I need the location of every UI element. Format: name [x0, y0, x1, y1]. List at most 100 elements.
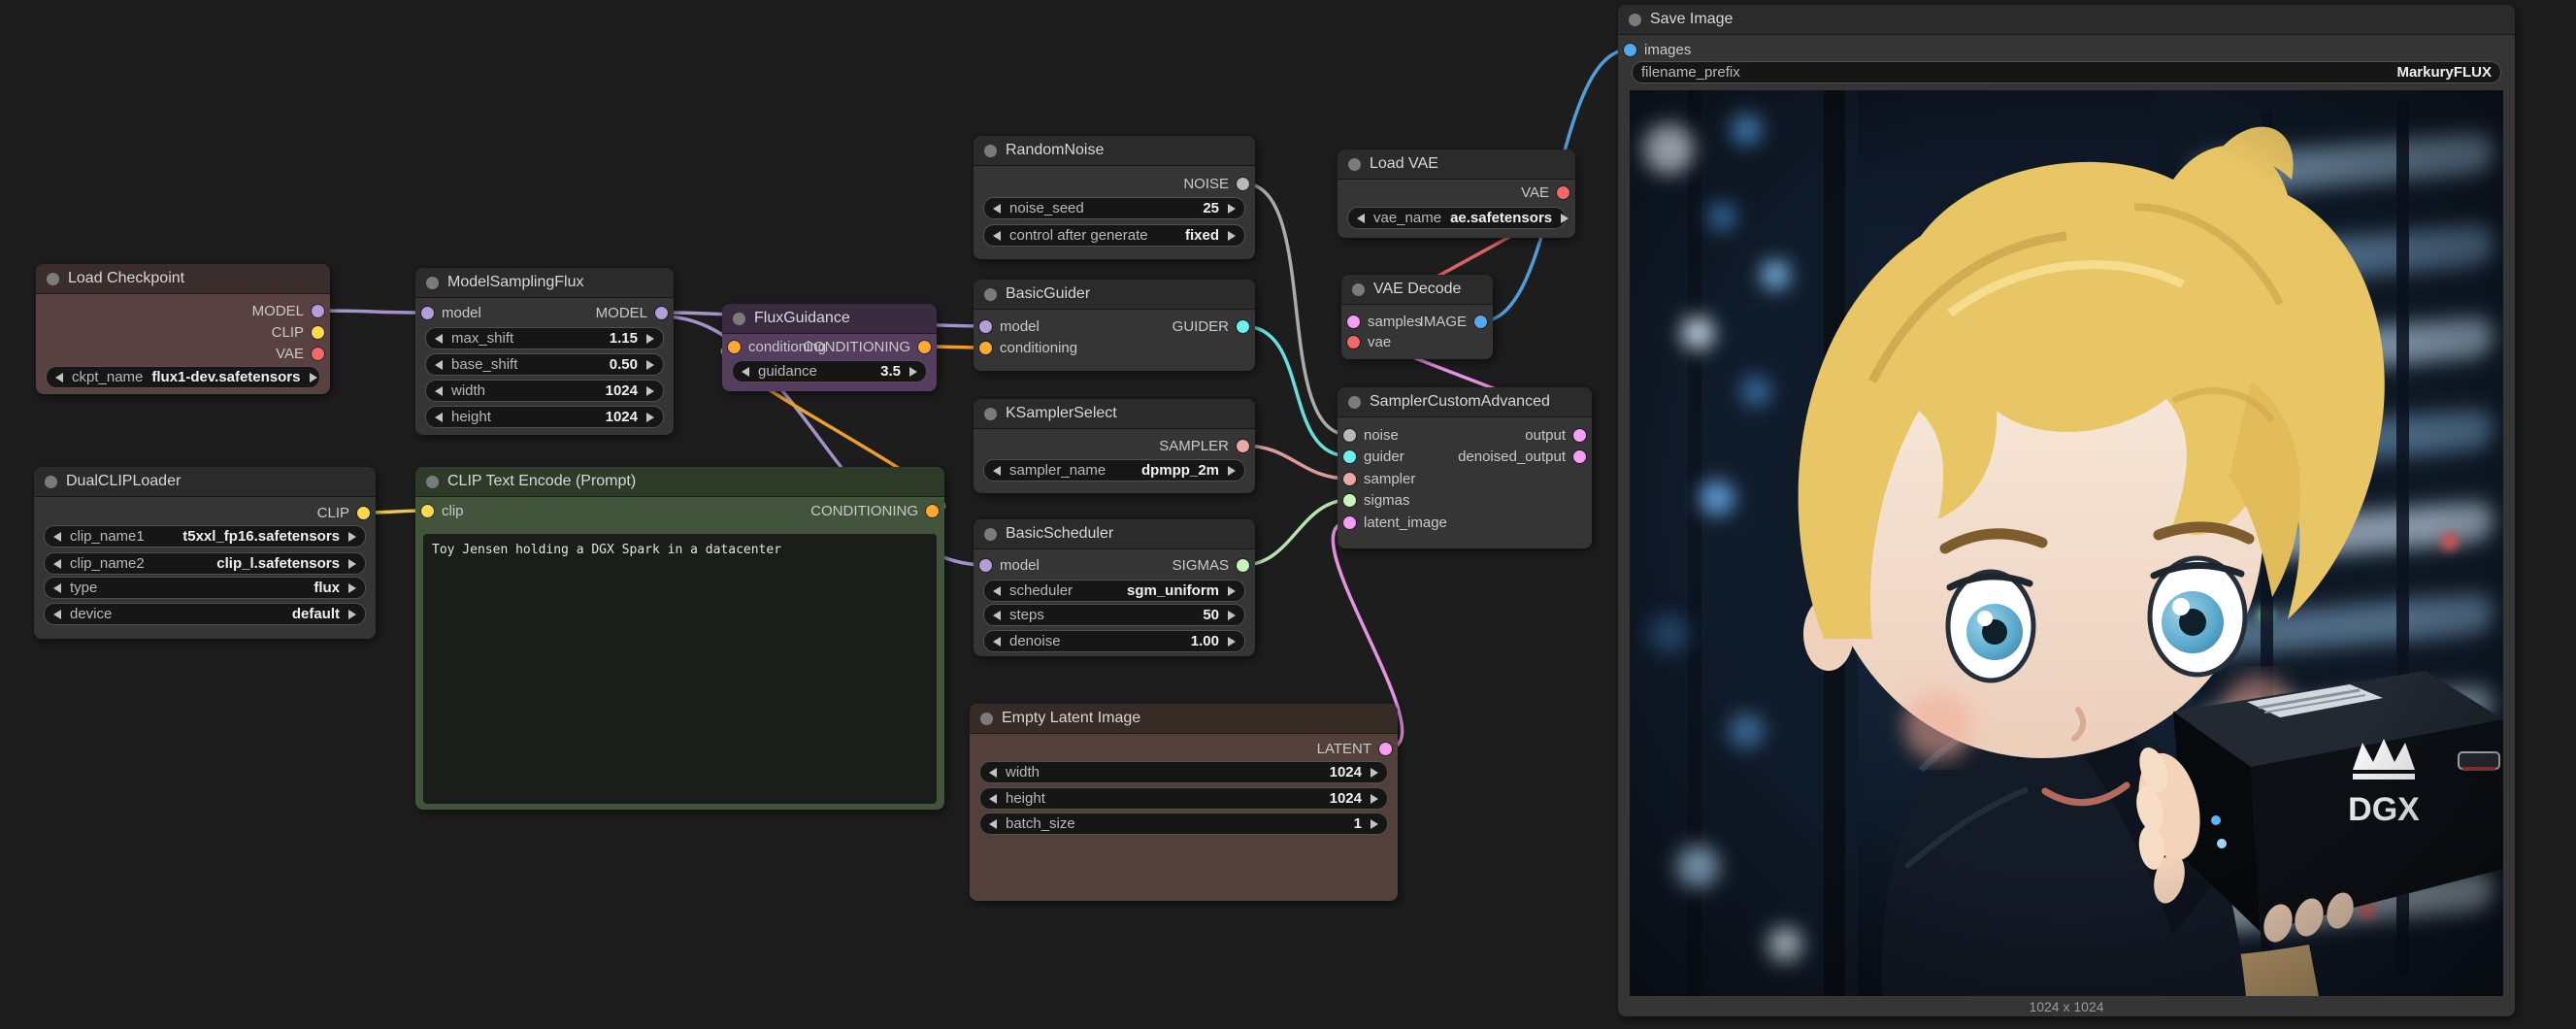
next-arrow-icon[interactable] [1561, 214, 1569, 223]
prev-arrow-icon[interactable] [989, 819, 997, 829]
output-slot-clip[interactable] [312, 326, 324, 339]
output-slot-sigmas[interactable] [1237, 559, 1249, 572]
next-arrow-icon[interactable] [348, 610, 356, 619]
collapse-dot-icon[interactable] [426, 277, 439, 289]
node-header[interactable]: Empty Latent Image [970, 704, 1398, 734]
node-header[interactable]: BasicScheduler [974, 519, 1255, 549]
widget-height[interactable]: height 1024 [979, 787, 1388, 810]
output-slot-clip[interactable] [357, 507, 370, 519]
widget-control-after-generate[interactable]: control after generate fixed [983, 224, 1245, 247]
widget-ckpt-name[interactable]: ckpt_name flux1-dev.safetensors [46, 366, 320, 388]
prev-arrow-icon[interactable] [435, 360, 443, 370]
next-arrow-icon[interactable] [1228, 586, 1236, 596]
collapse-dot-icon[interactable] [1348, 396, 1361, 409]
node-header[interactable]: KSamplerSelect [974, 399, 1255, 429]
node-save-image[interactable]: Save Image images filename_prefix Markur… [1618, 5, 2515, 1016]
widget-steps[interactable]: steps 50 [983, 604, 1245, 626]
input-slot-model[interactable] [421, 307, 434, 319]
collapse-dot-icon[interactable] [426, 476, 439, 488]
widget-max-shift[interactable]: max_shift 1.15 [425, 327, 664, 349]
prev-arrow-icon[interactable] [989, 794, 997, 804]
widget-guidance[interactable]: guidance 3.5 [732, 360, 927, 382]
node-model-sampling-flux[interactable]: ModelSamplingFlux model MODEL max_shift … [415, 268, 674, 435]
next-arrow-icon[interactable] [348, 559, 356, 569]
output-slot-latent[interactable] [1379, 743, 1392, 755]
prev-arrow-icon[interactable] [435, 334, 443, 344]
prev-arrow-icon[interactable] [993, 611, 1001, 620]
input-slot-latent-image[interactable] [1343, 516, 1356, 529]
prev-arrow-icon[interactable] [993, 586, 1001, 596]
next-arrow-icon[interactable] [646, 386, 654, 396]
prev-arrow-icon[interactable] [53, 583, 61, 593]
input-slot-conditioning[interactable] [728, 341, 741, 353]
input-slot-sampler[interactable] [1343, 473, 1356, 485]
next-arrow-icon[interactable] [348, 532, 356, 542]
output-slot-denoised-output[interactable] [1573, 450, 1586, 463]
node-ksampler-select[interactable]: KSamplerSelect SAMPLER sampler_name dpmp… [974, 399, 1255, 493]
node-vae-decode[interactable]: VAE Decode samples vae IMAGE [1341, 275, 1493, 359]
widget-clip-name1[interactable]: clip_name1 t5xxl_fp16.safetensors [44, 525, 366, 548]
node-header[interactable]: RandomNoise [974, 136, 1255, 166]
prev-arrow-icon[interactable] [742, 367, 749, 377]
next-arrow-icon[interactable] [348, 583, 356, 593]
next-arrow-icon[interactable] [646, 334, 654, 344]
prev-arrow-icon[interactable] [989, 768, 997, 778]
widget-noise-seed[interactable]: noise_seed 25 [983, 197, 1245, 219]
collapse-dot-icon[interactable] [980, 713, 993, 725]
prev-arrow-icon[interactable] [55, 373, 63, 382]
next-arrow-icon[interactable] [909, 367, 917, 377]
input-slot-samples[interactable] [1347, 315, 1360, 328]
widget-width[interactable]: width 1024 [979, 761, 1388, 783]
widget-denoise[interactable]: denoise 1.00 [983, 630, 1245, 652]
output-slot-conditioning[interactable] [918, 341, 931, 353]
next-arrow-icon[interactable] [1228, 637, 1236, 647]
prev-arrow-icon[interactable] [1357, 214, 1365, 223]
widget-scheduler[interactable]: scheduler sgm_uniform [983, 580, 1245, 602]
node-flux-guidance[interactable]: FluxGuidance conditioning CONDITIONING g… [722, 304, 937, 391]
prev-arrow-icon[interactable] [53, 610, 61, 619]
widget-width[interactable]: width 1024 [425, 380, 664, 402]
widget-device[interactable]: device default [44, 603, 366, 625]
output-slot-sampler[interactable] [1237, 440, 1249, 452]
node-header[interactable]: Load VAE [1338, 149, 1575, 180]
node-random-noise[interactable]: RandomNoise NOISE noise_seed 25 control … [974, 136, 1255, 259]
output-slot-vae[interactable] [312, 348, 324, 360]
output-slot-model[interactable] [655, 307, 668, 319]
prev-arrow-icon[interactable] [993, 231, 1001, 241]
output-slot-vae[interactable] [1557, 186, 1569, 199]
node-header[interactable]: DualCLIPLoader [34, 467, 376, 497]
collapse-dot-icon[interactable] [45, 476, 57, 488]
node-dual-clip-loader[interactable]: DualCLIPLoader CLIP clip_name1 t5xxl_fp1… [34, 467, 376, 639]
collapse-dot-icon[interactable] [47, 273, 59, 285]
widget-type[interactable]: type flux [44, 577, 366, 599]
next-arrow-icon[interactable] [1228, 204, 1236, 214]
node-header[interactable]: SamplerCustomAdvanced [1338, 387, 1592, 417]
collapse-dot-icon[interactable] [984, 528, 997, 541]
node-load-checkpoint[interactable]: Load Checkpoint MODEL CLIP VAE ckpt_name… [36, 264, 330, 394]
next-arrow-icon[interactable] [1371, 819, 1378, 829]
input-slot-conditioning[interactable] [979, 342, 992, 354]
node-header[interactable]: FluxGuidance [722, 304, 937, 334]
collapse-dot-icon[interactable] [1629, 14, 1641, 26]
prev-arrow-icon[interactable] [993, 466, 1001, 476]
widget-sampler-name[interactable]: sampler_name dpmpp_2m [983, 459, 1245, 481]
node-header[interactable]: BasicGuider [974, 280, 1255, 310]
widget-batch-size[interactable]: batch_size 1 [979, 813, 1388, 835]
prev-arrow-icon[interactable] [435, 386, 443, 396]
next-arrow-icon[interactable] [646, 360, 654, 370]
node-header[interactable]: CLIP Text Encode (Prompt) [415, 467, 944, 497]
prev-arrow-icon[interactable] [993, 637, 1001, 647]
collapse-dot-icon[interactable] [984, 288, 997, 301]
input-slot-images[interactable] [1624, 44, 1636, 56]
input-slot-sigmas[interactable] [1343, 494, 1356, 507]
output-slot-output[interactable] [1573, 429, 1586, 442]
node-basic-guider[interactable]: BasicGuider model conditioning GUIDER [974, 280, 1255, 371]
input-slot-vae[interactable] [1347, 336, 1360, 349]
node-header[interactable]: Load Checkpoint [36, 264, 330, 294]
prompt-textarea[interactable]: Toy Jensen holding a DGX Spark in a data… [423, 534, 937, 804]
output-slot-conditioning[interactable] [926, 505, 939, 517]
widget-vae-name[interactable]: vae_name ae.safetensors [1347, 207, 1566, 229]
node-header[interactable]: VAE Decode [1341, 275, 1493, 305]
prev-arrow-icon[interactable] [53, 532, 61, 542]
prev-arrow-icon[interactable] [993, 204, 1001, 214]
